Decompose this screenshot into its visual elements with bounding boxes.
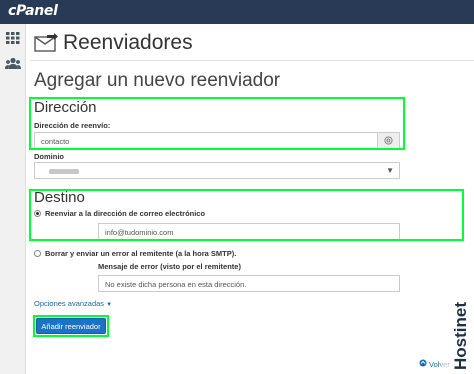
page: cPanel Reenviadores Agregar un nuevo ree… xyxy=(0,0,474,374)
forward-email-option[interactable]: Reenviar a la dirección de correo electr… xyxy=(34,209,205,218)
address-at-addon xyxy=(377,133,399,148)
error-message-value: No existe dicha persona en esta direcció… xyxy=(105,280,247,289)
destination-email-value: info@tudominio.com xyxy=(105,228,174,237)
forward-email-radio[interactable] xyxy=(34,210,41,217)
forward-mail-icon xyxy=(34,33,58,53)
destination-email-field[interactable]: info@tudominio.com xyxy=(98,223,400,240)
cpanel-logo[interactable]: cPanel xyxy=(8,3,58,19)
advanced-options-label: Opciones avanzadas xyxy=(34,299,105,308)
error-message-field[interactable]: No existe dicha persona en esta direcció… xyxy=(98,275,400,292)
fail-option-label: Borrar y enviar un error al remitente (a… xyxy=(45,249,237,258)
top-bar: cPanel xyxy=(0,0,474,24)
fail-option[interactable]: Borrar y enviar un error al remitente (a… xyxy=(34,249,236,258)
circle-arrow-up-icon xyxy=(419,359,427,369)
domain-value-redacted xyxy=(49,169,79,174)
advanced-options-link[interactable]: Opciones avanzadas ▼ xyxy=(34,299,112,308)
add-forwarder-button[interactable]: Añadir reenviador xyxy=(36,318,106,334)
grid-icon[interactable] xyxy=(0,26,26,50)
forward-address-field[interactable]: contacto xyxy=(34,132,400,149)
at-sign-icon xyxy=(384,136,393,145)
svg-text:Hostinet: Hostinet xyxy=(451,302,470,370)
page-title: Reenviadores xyxy=(63,31,193,54)
forward-address-label: Dirección de reenvío: xyxy=(34,121,111,130)
error-message-label: Mensaje de error (visto por el remitente… xyxy=(98,262,241,271)
forward-address-value: contacto xyxy=(41,137,70,146)
caret-down-icon: ▼ xyxy=(106,302,113,308)
domain-select[interactable]: ▼ xyxy=(34,162,400,179)
destino-section-title: Destino xyxy=(34,189,85,206)
users-icon[interactable] xyxy=(0,51,26,75)
domain-label: Dominio xyxy=(34,152,64,161)
fail-radio[interactable] xyxy=(34,250,41,257)
header-divider xyxy=(30,60,474,61)
left-rail xyxy=(0,24,26,374)
direccion-section-title: Dirección xyxy=(34,99,97,116)
hostinet-watermark: Hostinet xyxy=(436,262,474,374)
chevron-down-icon: ▼ xyxy=(386,166,394,175)
form-subtitle: Agregar un nuevo reenviador xyxy=(34,70,281,91)
forward-email-option-label: Reenviar a la dirección de correo electr… xyxy=(45,209,206,218)
